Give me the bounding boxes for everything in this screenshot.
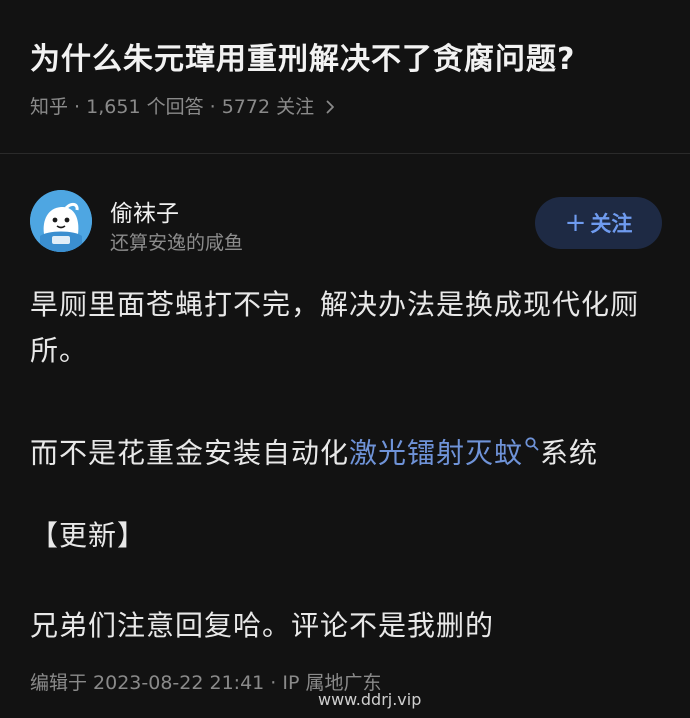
follow-count: 5772 关注 [221, 96, 315, 118]
author-bio: 还算安逸的咸鱼 [110, 232, 244, 254]
meta-separator: · [68, 96, 87, 118]
search-link[interactable]: 激光镭射灭蚊 [349, 436, 523, 469]
answer-paragraph: 兄弟们注意回复哈。评论不是我删的 [30, 609, 495, 642]
author-name[interactable]: 偷袜子 [110, 194, 179, 228]
answer-count: 1,651 个回答 [86, 96, 204, 118]
author-row: 偷袜子 还算安逸的咸鱼 + 关注 [0, 180, 690, 270]
follow-label: 关注 [590, 212, 633, 236]
search-icon[interactable] [524, 420, 540, 466]
plus-icon: + [564, 208, 587, 238]
divider [0, 153, 690, 154]
meta-separator: · [203, 96, 222, 118]
paragraph-text: 而不是花重金安装自动化 [30, 436, 350, 470]
watermark: www.ddrj.vip [318, 690, 422, 709]
follow-button[interactable]: + 关注 [535, 197, 662, 249]
cartoon-face-avatar-icon [30, 190, 92, 252]
paragraph-text: 系统 [540, 436, 599, 470]
answer-paragraph: 而不是花重金安装自动化激光镭射灭蚊 系统 [30, 420, 670, 476]
question-title[interactable]: 为什么朱元璋用重刑解决不了贪腐问题? [30, 34, 575, 78]
answer-paragraph: 旱厕里面苍蝇打不完，解决办法是换成现代化厕所。 [30, 288, 640, 367]
question-meta[interactable]: 知乎 · 1,651 个回答 · 5772 关注 [30, 92, 335, 119]
question-header[interactable]: 为什么朱元璋用重刑解决不了贪腐问题? 知乎 · 1,651 个回答 · 5772… [0, 0, 690, 154]
source-label: 知乎 [30, 96, 69, 118]
avatar[interactable] [30, 190, 92, 252]
answer-page: 为什么朱元璋用重刑解决不了贪腐问题? 知乎 · 1,651 个回答 · 5772… [0, 0, 690, 718]
chevron-right-icon [326, 97, 335, 119]
update-heading: 【更新】 [30, 519, 147, 552]
